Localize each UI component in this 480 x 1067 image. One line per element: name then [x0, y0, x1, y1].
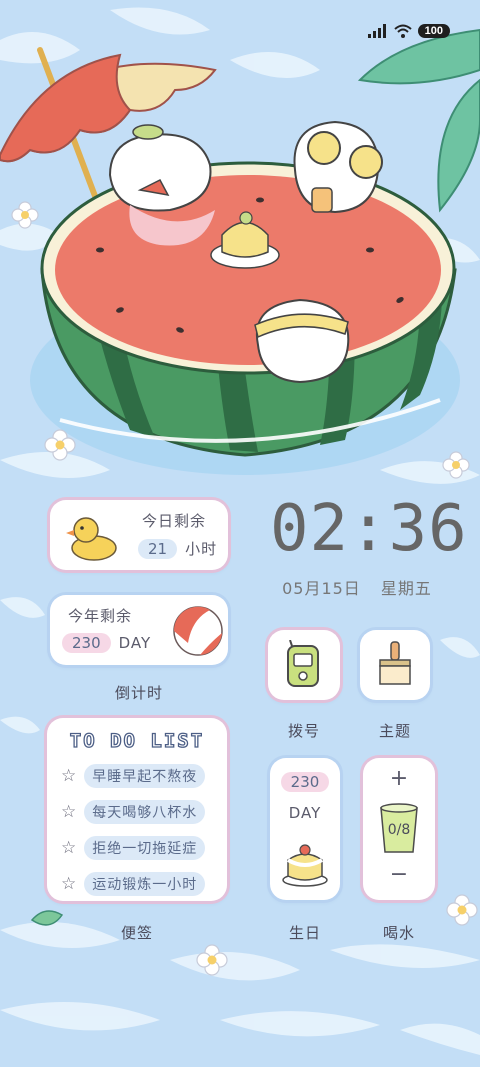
birthday-card[interactable]: 230 DAY [270, 758, 340, 900]
signal-icon [367, 24, 386, 38]
todo-item[interactable]: ☆ 运动锻炼一小时 [61, 872, 206, 896]
star-icon: ☆ [61, 802, 77, 822]
year-remaining-value: 230 [62, 633, 111, 653]
countdown-today-card[interactable]: 今日剩余 21 小时 [50, 500, 228, 570]
todo-list-card[interactable]: TO DO LIST ☆ 早睡早起不熬夜 ☆ 每天喝够八杯水 ☆ 拒绝一切拖延症… [47, 718, 227, 901]
date-text: 05月15日 [282, 579, 361, 598]
water-caption: 喝水 [382, 924, 415, 942]
dial-app-label[interactable]: 拨号 [268, 720, 340, 741]
theme-app-icon[interactable] [360, 630, 430, 700]
status-bar: 100 [367, 24, 450, 38]
year-remaining-unit: DAY [118, 634, 152, 652]
birthday-days-unit: DAY [288, 804, 322, 822]
today-remaining-label: 今日剩余 [142, 512, 207, 530]
today-remaining-value: 21 [138, 538, 178, 559]
clock-date: 05月15日 星期五 [272, 575, 442, 599]
water-count: 0/8 [387, 822, 411, 838]
todo-item-text: 运动锻炼一小时 [84, 872, 206, 896]
todo-item-text: 拒绝一切拖延症 [84, 836, 206, 860]
countdown-year-card[interactable]: 今年剩余 230 DAY [50, 595, 228, 665]
star-icon: ☆ [61, 838, 77, 858]
theme-app-label[interactable]: 主题 [360, 720, 430, 741]
brush-icon [379, 641, 411, 685]
todo-item[interactable]: ☆ 每天喝够八杯水 [61, 800, 206, 824]
star-icon: ☆ [61, 766, 77, 786]
todo-title: TO DO LIST [69, 729, 205, 752]
star-icon: ☆ [61, 874, 77, 894]
water-add-button[interactable]: + [363, 766, 435, 791]
weekday-text: 星期五 [380, 579, 432, 598]
todo-caption: 便签 [120, 924, 153, 942]
today-remaining-unit: 小时 [185, 540, 218, 558]
todo-item-text: 每天喝够八杯水 [84, 800, 206, 824]
dial-app-icon[interactable] [268, 630, 340, 700]
phone-icon [287, 640, 319, 687]
todo-item[interactable]: ☆ 拒绝一切拖延症 [61, 836, 206, 860]
year-remaining-label: 今年剩余 [68, 607, 133, 625]
beach-ball-icon [173, 606, 223, 656]
water-card[interactable]: + 0/8 − [363, 758, 435, 900]
cake-icon [282, 844, 328, 887]
countdown-caption: 倒计时 [114, 684, 163, 702]
water-remove-button[interactable]: − [363, 862, 435, 887]
wifi-icon [393, 24, 412, 38]
clock-time: 02:36 [270, 492, 468, 566]
birthday-days-value: 230 [280, 772, 330, 792]
duck-icon [66, 517, 117, 561]
todo-item-text: 早睡早起不熬夜 [84, 764, 206, 788]
birthday-caption: 生日 [288, 924, 321, 942]
todo-item[interactable]: ☆ 早睡早起不熬夜 [61, 764, 206, 788]
battery-level: 100 [417, 24, 450, 38]
